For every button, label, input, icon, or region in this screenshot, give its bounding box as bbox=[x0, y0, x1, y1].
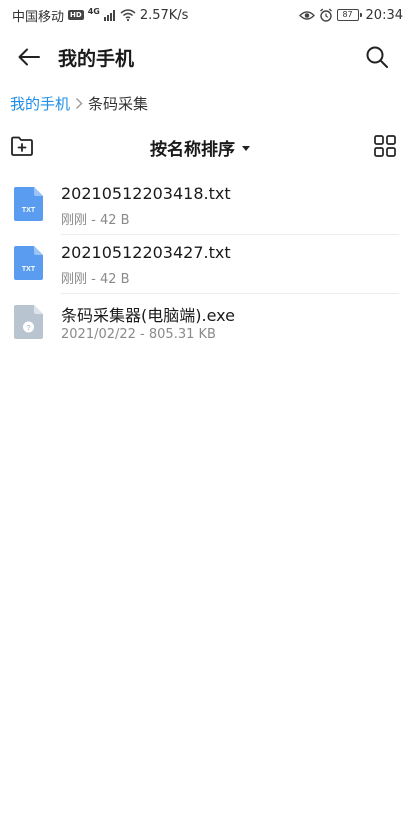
txt-file-icon: TXT bbox=[14, 187, 43, 221]
new-folder-icon bbox=[11, 136, 33, 156]
file-name: 20210512203427.txt bbox=[61, 243, 231, 262]
status-bar: 中国移动 HD 4G 2.57K/s 87 20:34 bbox=[0, 0, 415, 30]
unknown-file-icon: ? bbox=[14, 305, 43, 339]
file-meta: 刚刚 - 42 B bbox=[61, 272, 130, 287]
status-right: 87 20:34 bbox=[298, 7, 403, 23]
hd-icon: HD bbox=[68, 10, 84, 20]
list-item[interactable]: TXT 20210512203418.txt 刚刚 - 42 B bbox=[0, 176, 415, 235]
sort-dropdown[interactable]: 按名称排序 bbox=[150, 135, 250, 160]
alarm-icon bbox=[319, 8, 332, 22]
breadcrumb: 我的手机 条码采集 bbox=[10, 92, 148, 114]
battery-level: 87 bbox=[336, 9, 359, 21]
carrier-name: 中国移动 bbox=[12, 9, 65, 25]
clock: 20:34 bbox=[365, 7, 403, 23]
chevron-right-icon bbox=[75, 97, 83, 110]
breadcrumb-root[interactable]: 我的手机 bbox=[10, 93, 70, 114]
back-arrow-icon bbox=[18, 48, 40, 66]
list-item[interactable]: TXT 20210512203427.txt 刚刚 - 42 B bbox=[0, 235, 415, 294]
breadcrumb-current[interactable]: 条码采集 bbox=[88, 93, 148, 114]
list-item[interactable]: ? 条码采集器(电脑端).exe 2021/02/22 - 805.31 KB bbox=[0, 294, 415, 353]
grid-view-icon bbox=[374, 135, 396, 157]
signal-icon bbox=[103, 9, 115, 21]
sort-label: 按名称排序 bbox=[150, 140, 235, 160]
eye-icon bbox=[298, 10, 315, 20]
svg-text:TXT: TXT bbox=[22, 207, 36, 214]
back-button[interactable] bbox=[14, 43, 44, 71]
search-button[interactable] bbox=[363, 43, 391, 71]
page-title: 我的手机 bbox=[58, 48, 135, 70]
search-icon bbox=[366, 46, 388, 68]
file-list: TXT 20210512203418.txt 刚刚 - 42 B TXT 202… bbox=[0, 176, 415, 353]
file-meta: 刚刚 - 42 B bbox=[61, 213, 130, 228]
txt-file-icon: TXT bbox=[14, 246, 43, 280]
network-speed: 2.57K/s bbox=[139, 7, 189, 23]
grid-view-button[interactable] bbox=[374, 135, 396, 157]
toolbar: 按名称排序 bbox=[0, 132, 415, 162]
file-meta: 2021/02/22 - 805.31 KB bbox=[61, 327, 216, 342]
network-type: 4G bbox=[87, 6, 100, 16]
dropdown-caret-icon bbox=[242, 146, 250, 151]
wifi-icon bbox=[120, 9, 136, 21]
title-bar: 我的手机 bbox=[0, 36, 415, 78]
svg-text:?: ? bbox=[26, 323, 31, 332]
new-folder-button[interactable] bbox=[10, 135, 34, 159]
battery-icon: 87 bbox=[336, 9, 362, 21]
file-name: 20210512203418.txt bbox=[61, 184, 231, 203]
file-name: 条码采集器(电脑端).exe bbox=[61, 306, 235, 325]
svg-text:TXT: TXT bbox=[22, 266, 36, 273]
status-left: 中国移动 HD 4G 2.57K/s bbox=[12, 6, 188, 25]
